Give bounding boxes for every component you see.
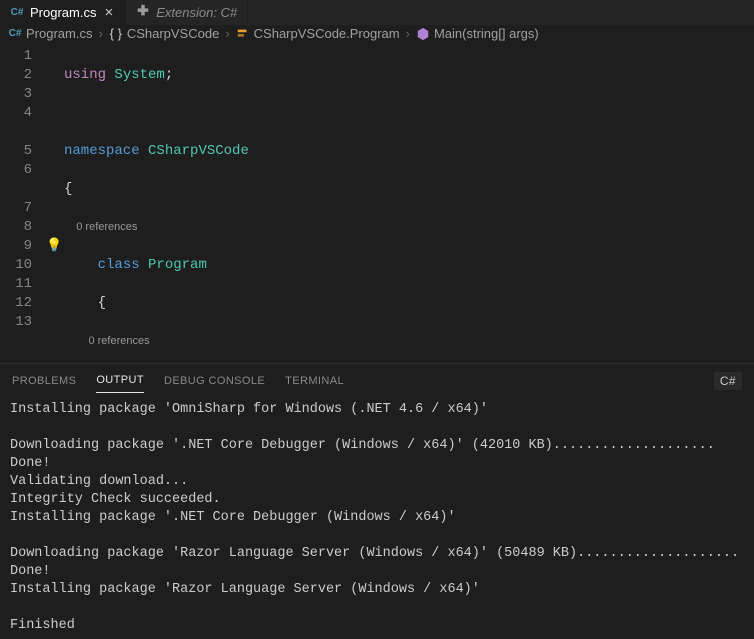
- chevron-right-icon: ›: [96, 26, 104, 41]
- breadcrumb-label: Program.cs: [26, 26, 92, 41]
- line-number-gutter: 1 2 3 4 5 6 7 8 9 10 11 12 13: [0, 47, 46, 363]
- tab-debug-console[interactable]: DEBUG CONSOLE: [164, 369, 265, 393]
- braces-icon: { }: [109, 27, 123, 41]
- breadcrumb-method[interactable]: Main(string[] args): [416, 26, 539, 41]
- csharp-icon: C#: [8, 27, 22, 41]
- breadcrumb-label: CSharpVSCode: [127, 26, 220, 41]
- output-channel-selector[interactable]: C#: [714, 372, 742, 390]
- close-icon[interactable]: ×: [102, 4, 115, 21]
- tab-program-cs[interactable]: C# Program.cs ×: [0, 0, 126, 25]
- bottom-panel: PROBLEMS OUTPUT DEBUG CONSOLE TERMINAL C…: [0, 363, 754, 639]
- csharp-icon: C#: [10, 5, 24, 19]
- breadcrumb: C# Program.cs › { } CSharpVSCode › CShar…: [0, 25, 754, 43]
- chevron-right-icon: ›: [223, 26, 231, 41]
- breadcrumb-label: CSharpVSCode.Program: [254, 26, 400, 41]
- class-icon: [236, 27, 250, 41]
- tab-label: Program.cs: [30, 5, 96, 20]
- tab-extension-csharp[interactable]: Extension: C#: [126, 0, 248, 25]
- codelens-references[interactable]: 0 references: [88, 335, 149, 347]
- code-editor[interactable]: 1 2 3 4 5 6 7 8 9 10 11 12 13 💡 using Sy…: [0, 43, 754, 363]
- chevron-right-icon: ›: [404, 26, 412, 41]
- extension-icon: [136, 4, 150, 21]
- breadcrumb-class[interactable]: CSharpVSCode.Program: [236, 26, 400, 41]
- tab-terminal[interactable]: TERMINAL: [285, 369, 344, 393]
- tab-label: Extension: C#: [156, 5, 237, 20]
- breadcrumb-namespace[interactable]: { } CSharpVSCode: [109, 26, 220, 41]
- editor-tabs-bar: C# Program.cs × Extension: C#: [0, 0, 754, 25]
- breadcrumb-label: Main(string[] args): [434, 26, 539, 41]
- tab-problems[interactable]: PROBLEMS: [12, 369, 76, 393]
- glyph-margin: 💡: [46, 47, 64, 363]
- method-icon: [416, 27, 430, 41]
- panel-tabs: PROBLEMS OUTPUT DEBUG CONSOLE TERMINAL C…: [0, 364, 754, 397]
- code-content[interactable]: using System; namespace CSharpVSCode { 0…: [64, 47, 754, 363]
- output-content[interactable]: Installing package 'OmniSharp for Window…: [0, 397, 754, 639]
- lightbulb-icon[interactable]: 💡: [46, 236, 60, 250]
- breadcrumb-file[interactable]: C# Program.cs: [8, 26, 92, 41]
- tab-output[interactable]: OUTPUT: [96, 368, 144, 393]
- codelens-references[interactable]: 0 references: [76, 221, 137, 233]
